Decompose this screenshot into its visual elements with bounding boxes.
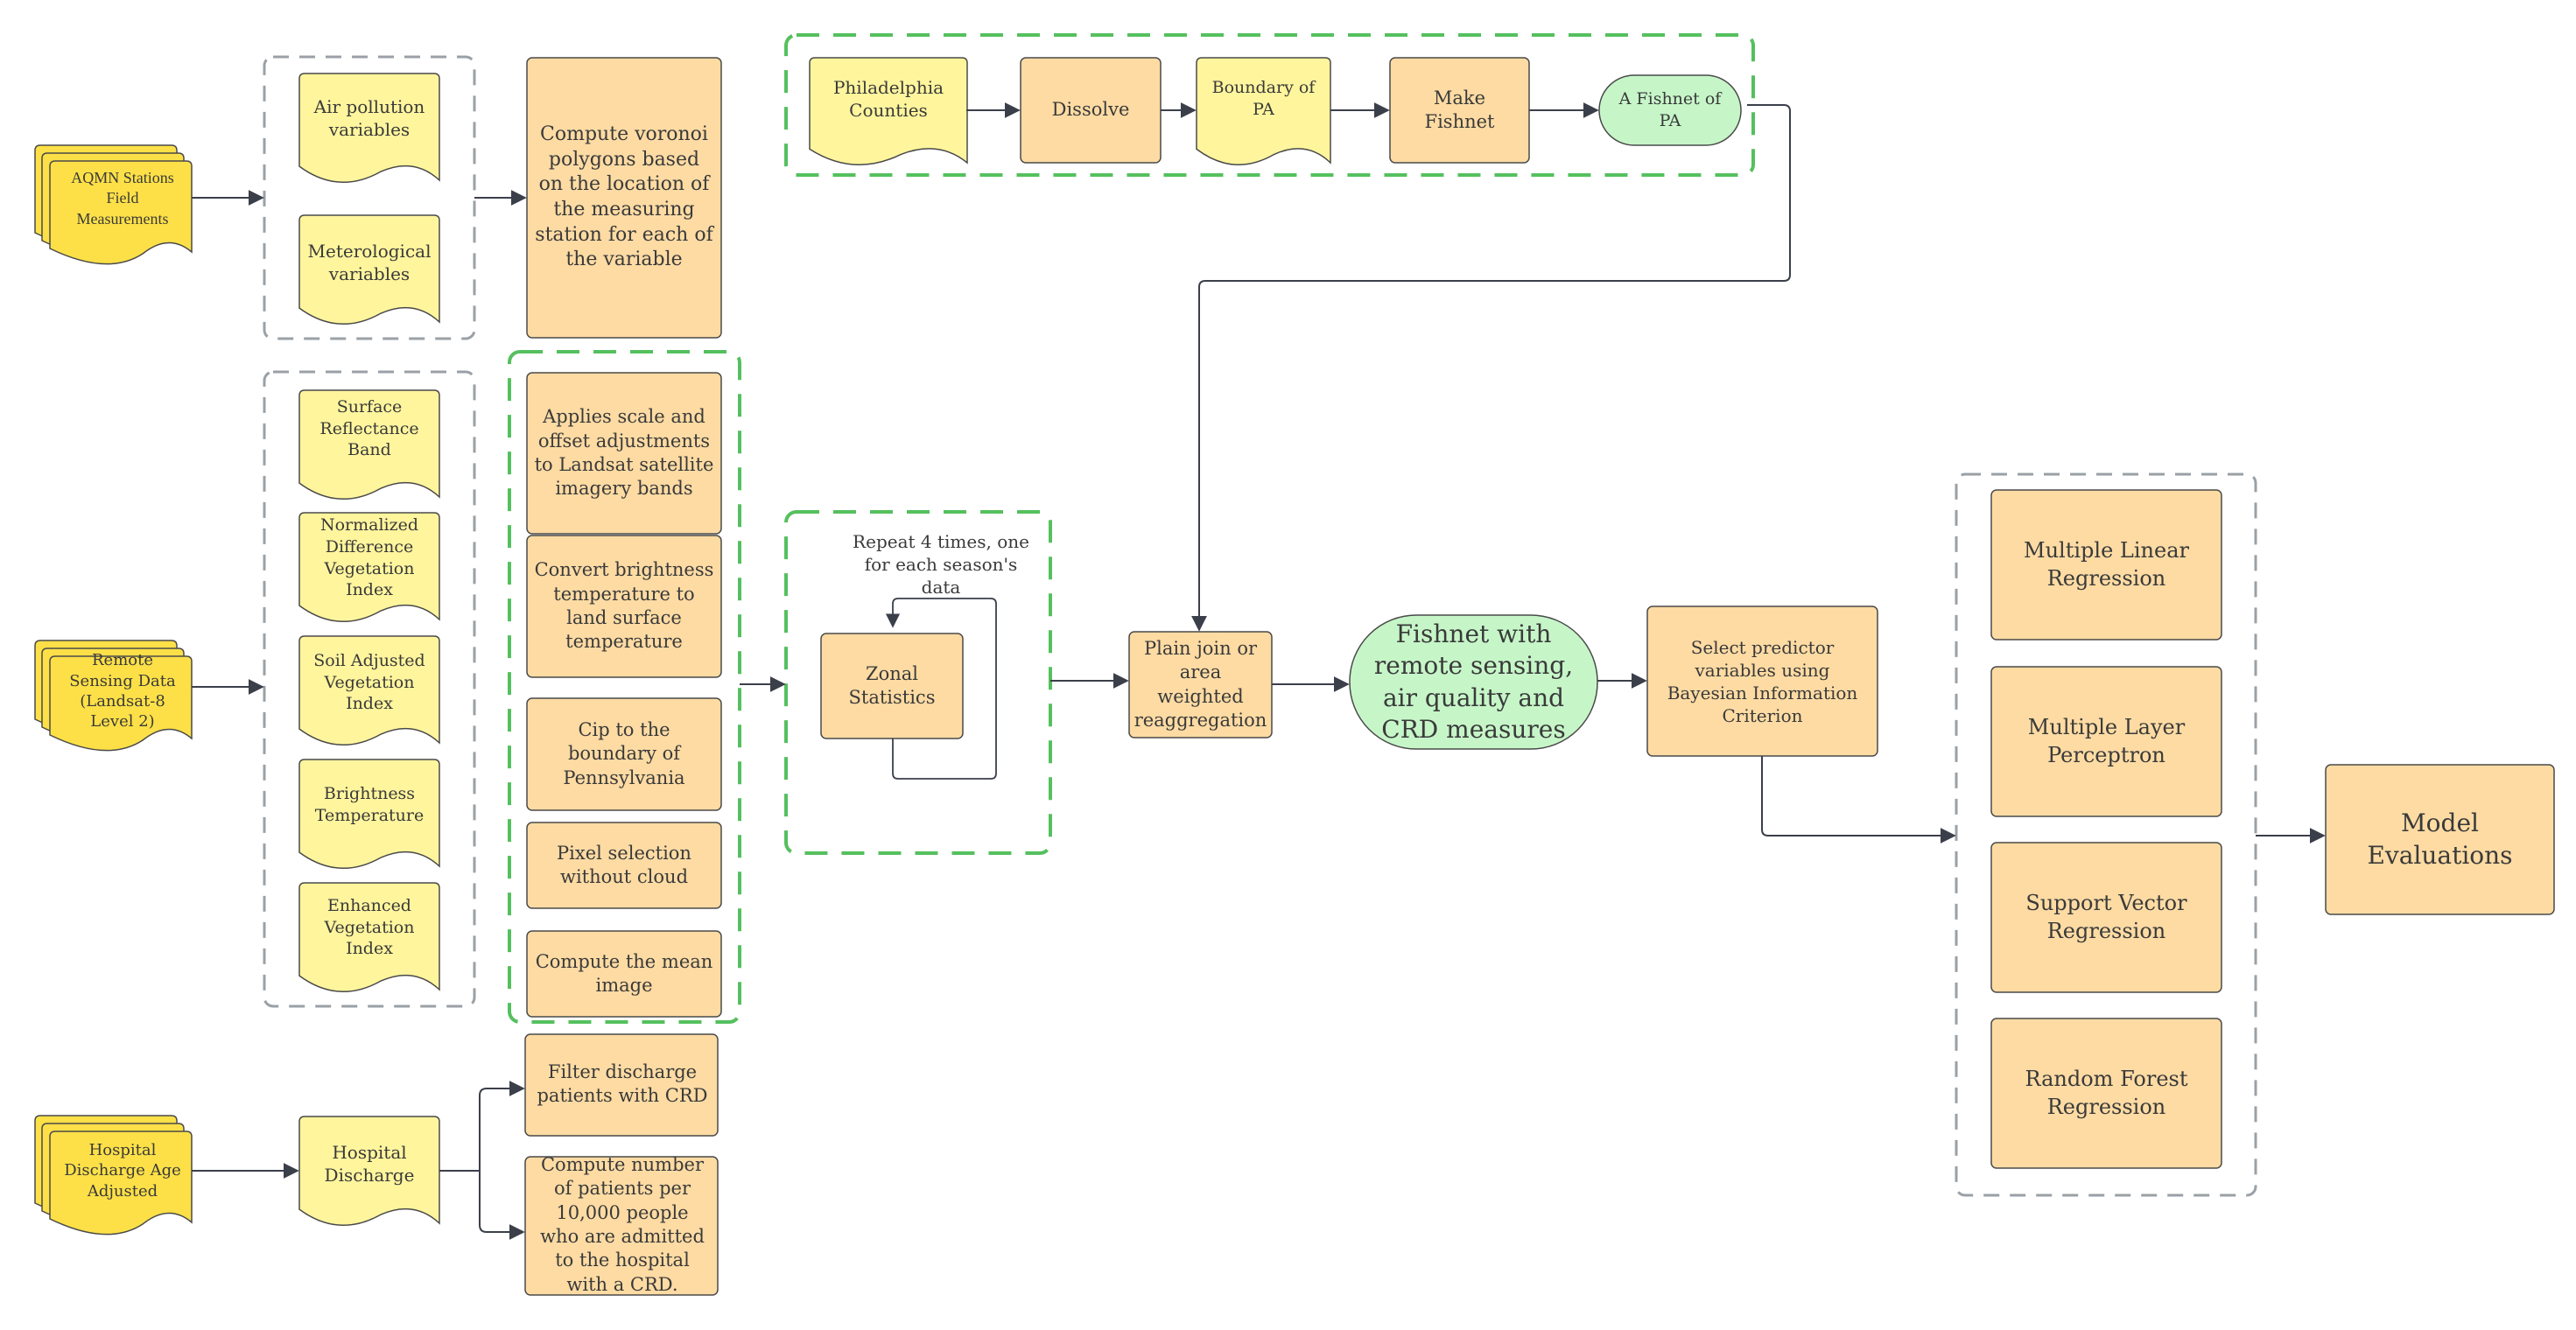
doc-meterological-variables: Meterological variables — [307, 241, 432, 284]
doc-boundary-of-pa: Boundary of PA — [1211, 78, 1316, 119]
source-remote-sensing-label: Remote Sensing Data (Landsat-8 Level 2) — [69, 651, 176, 732]
process-voronoi: Compute voronoi polygons based on the lo… — [535, 123, 713, 271]
doc-philadelphia-counties: Philadelphia Counties — [832, 77, 944, 121]
doc-savi: Soil Adjusted Vegetation Index — [313, 650, 425, 714]
connector-discharge-fork — [439, 1088, 523, 1172]
process-join-reaggregation: Plain join or area weighted reaggregatio… — [1134, 637, 1267, 731]
process-select-predictors: Select predictor variables using Bayesia… — [1667, 636, 1858, 726]
process-mean-image: Compute the mean image — [535, 950, 713, 996]
process-clip-boundary: Cip to the boundary of Pennsylvania — [563, 719, 685, 788]
doc-brightness-temperature: Brightness Temperature — [314, 784, 425, 825]
doc-ndvi: Normalized Difference Vegetation Index — [319, 515, 419, 600]
model-multiple-linear-regression: Multiple Linear Regression — [2024, 538, 2189, 591]
model-multiple-layer-perceptron: Multiple Layer Perceptron — [2027, 715, 2186, 767]
process-scale-offset: Applies scale and offset adjustments to … — [534, 406, 714, 500]
source-aqmn-label: AQMN Stations Field Measurements — [71, 168, 174, 228]
process-make-fishnet: Make Fishnet — [1424, 87, 1495, 132]
model-support-vector-regression: Support Vector Regression — [2025, 891, 2187, 943]
doc-surface-reflectance: Surface Reflectance Band — [319, 396, 419, 460]
process-dissolve: Dissolve — [1051, 99, 1130, 121]
connector-select-to-models — [1761, 756, 1956, 844]
flowchart-canvas: AQMN Stations Field Measurements Remote … — [0, 0, 2576, 1330]
process-model-evaluations: Model Evaluations — [2367, 808, 2513, 870]
doc-air-pollution-variables: Air pollution variables — [313, 96, 425, 140]
doc-hospital-discharge: Hospital Discharge — [324, 1142, 415, 1186]
process-compute-patients: Compute number of patients per 10,000 pe… — [540, 1154, 705, 1295]
connector-fishnet-to-join — [1191, 104, 1791, 632]
source-hospital-label: Hospital Discharge Age Adjusted — [64, 1140, 181, 1200]
connector-discharge-fork-lower — [479, 1171, 525, 1240]
process-convert-lst: Convert brightness temperature to land s… — [534, 559, 714, 653]
process-pixel-selection: Pixel selection without cloud — [557, 842, 691, 887]
doc-evi: Enhanced Vegetation Index — [324, 895, 415, 959]
process-filter-crd: Filter discharge patients with CRD — [537, 1060, 708, 1106]
output-fishnet-result: Fishnet with remote sensing, air quality… — [1373, 619, 1574, 744]
output-fishnet-of-pa: A Fishnet of PA — [1618, 89, 1722, 130]
process-zonal-statistics: Zonal Statistics — [848, 662, 936, 708]
zonal-repeat-note: Repeat 4 times, one for each season's da… — [853, 531, 1029, 598]
model-random-forest-regression: Random Forest Regression — [2025, 1067, 2188, 1119]
